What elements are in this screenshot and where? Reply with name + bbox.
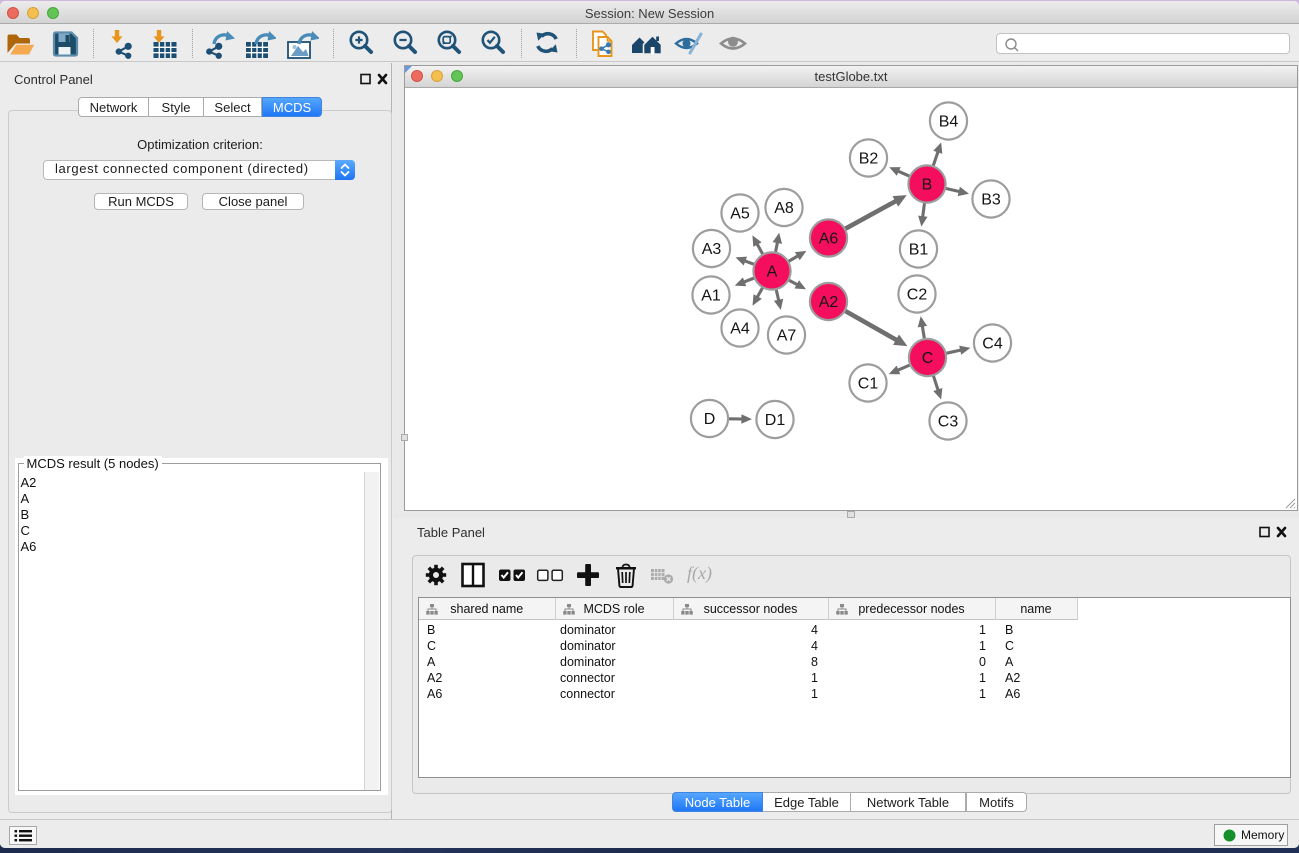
svg-text:D1: D1 — [765, 412, 786, 429]
svg-text:A6: A6 — [819, 231, 839, 248]
svg-text:A3: A3 — [702, 241, 722, 258]
svg-text:A2: A2 — [819, 294, 839, 311]
svg-text:C3: C3 — [938, 414, 959, 431]
svg-text:A4: A4 — [730, 321, 750, 338]
svg-text:B4: B4 — [939, 114, 959, 131]
svg-text:B1: B1 — [909, 242, 929, 259]
svg-text:C: C — [922, 350, 934, 367]
svg-text:C1: C1 — [858, 376, 879, 393]
svg-text:A: A — [767, 264, 778, 281]
svg-text:D: D — [704, 411, 716, 428]
svg-text:C2: C2 — [907, 287, 928, 304]
svg-text:B: B — [922, 177, 933, 194]
svg-text:B2: B2 — [859, 151, 879, 168]
svg-text:A1: A1 — [701, 288, 721, 305]
svg-text:B3: B3 — [981, 192, 1001, 209]
svg-text:A8: A8 — [774, 200, 794, 217]
svg-text:C4: C4 — [982, 336, 1003, 353]
svg-text:A5: A5 — [730, 206, 750, 223]
svg-text:A7: A7 — [777, 328, 797, 345]
